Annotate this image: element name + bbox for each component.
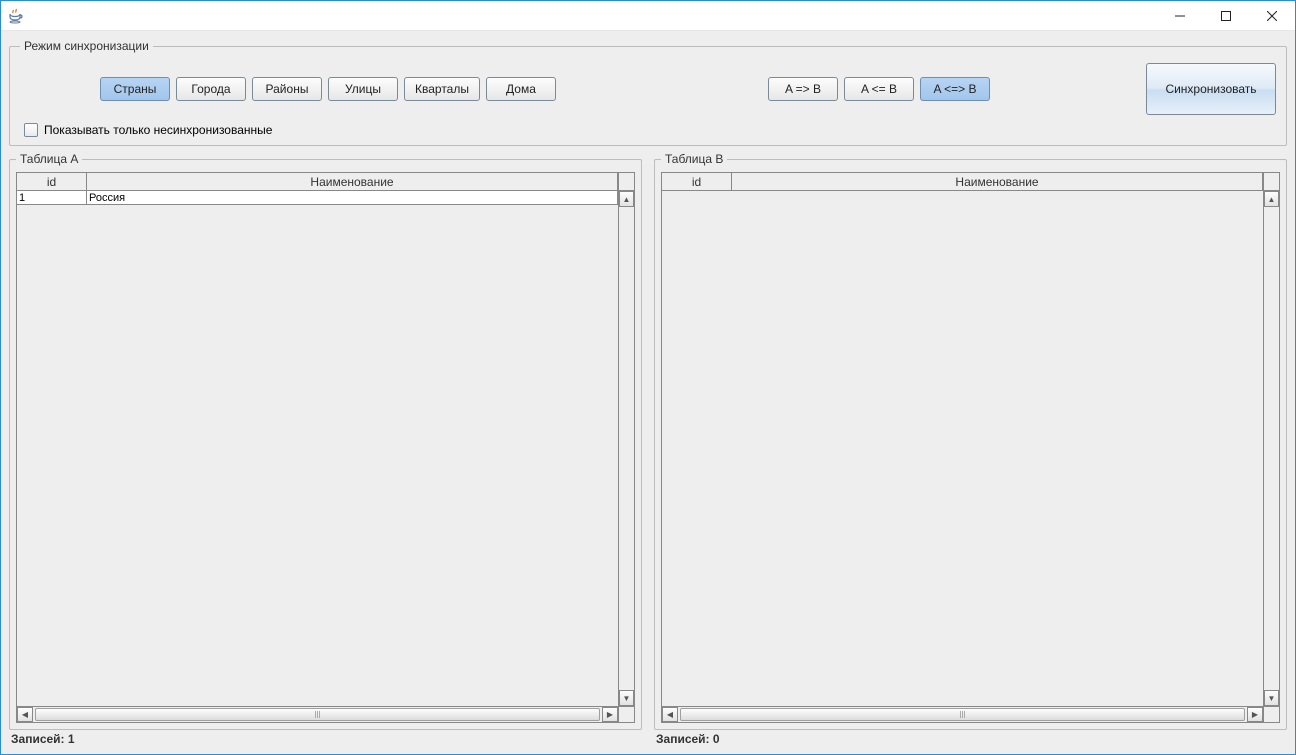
scroll-down-icon[interactable]: ▼ bbox=[1264, 690, 1279, 706]
table-b-hscroll[interactable]: ◀ ▶ bbox=[662, 706, 1279, 722]
close-button[interactable] bbox=[1249, 1, 1295, 31]
titlebar bbox=[1, 1, 1295, 31]
level-cities-button[interactable]: Города bbox=[176, 77, 246, 101]
table-b-vscroll[interactable]: ▲ ▼ bbox=[1263, 191, 1279, 706]
table-b-records: Записей: 0 bbox=[654, 730, 1287, 746]
scroll-up-icon[interactable]: ▲ bbox=[619, 191, 634, 207]
level-districts-button[interactable]: Районы bbox=[252, 77, 322, 101]
table-b-col-id[interactable]: id bbox=[662, 173, 732, 190]
scroll-track[interactable] bbox=[619, 207, 634, 690]
scroll-thumb[interactable] bbox=[35, 708, 600, 721]
table-a-vscroll[interactable]: ▲ ▼ bbox=[618, 191, 634, 706]
minimize-button[interactable] bbox=[1157, 1, 1203, 31]
level-toggle-group: Страны Города Районы Улицы Кварталы Дома bbox=[100, 77, 556, 101]
table-a-col-name[interactable]: Наименование bbox=[87, 173, 618, 190]
app-window: Режим синхронизации Страны Города Районы… bbox=[0, 0, 1296, 755]
table-b: id Наименование ▲ ▼ bbox=[661, 172, 1280, 723]
tables-row: Таблица A id Наименование 1 Россия bbox=[9, 152, 1287, 746]
scroll-up-icon[interactable]: ▲ bbox=[1264, 191, 1279, 207]
table-a-header-corner bbox=[618, 173, 634, 190]
show-unsynced-label: Показывать только несинхронизованные bbox=[44, 123, 272, 137]
direction-a-to-b-button[interactable]: A => B bbox=[768, 77, 838, 101]
sync-mode-row: Страны Города Районы Улицы Кварталы Дома… bbox=[20, 63, 1276, 115]
table-b-legend: Таблица B bbox=[661, 152, 727, 166]
level-streets-button[interactable]: Улицы bbox=[328, 77, 398, 101]
table-b-header: id Наименование bbox=[662, 173, 1279, 191]
table-a-group: Таблица A id Наименование 1 Россия bbox=[9, 152, 642, 730]
table-a-hscroll[interactable]: ◀ ▶ bbox=[17, 706, 634, 722]
scroll-left-icon[interactable]: ◀ bbox=[17, 707, 33, 722]
table-a-legend: Таблица A bbox=[16, 152, 82, 166]
scroll-right-icon[interactable]: ▶ bbox=[1247, 707, 1263, 722]
direction-b-to-a-button[interactable]: A <= B bbox=[844, 77, 914, 101]
direction-toggle-group: A => B A <= B A <=> B bbox=[768, 77, 990, 101]
maximize-button[interactable] bbox=[1203, 1, 1249, 31]
table-a: id Наименование 1 Россия bbox=[16, 172, 635, 723]
table-b-panel: Таблица B id Наименование ▲ bbox=[654, 152, 1287, 746]
show-unsynced-row: Показывать только несинхронизованные bbox=[24, 123, 1276, 137]
table-a-header: id Наименование bbox=[17, 173, 634, 191]
table-a-panel: Таблица A id Наименование 1 Россия bbox=[9, 152, 642, 746]
scroll-thumb[interactable] bbox=[680, 708, 1245, 721]
scroll-track[interactable] bbox=[33, 707, 602, 722]
direction-both-button[interactable]: A <=> B bbox=[920, 77, 990, 101]
sync-mode-legend: Режим синхронизации bbox=[20, 39, 153, 53]
table-a-rows[interactable]: 1 Россия bbox=[17, 191, 618, 706]
level-countries-button[interactable]: Страны bbox=[100, 77, 170, 101]
table-a-col-id[interactable]: id bbox=[17, 173, 87, 190]
scroll-down-icon[interactable]: ▼ bbox=[619, 690, 634, 706]
sync-mode-group: Режим синхронизации Страны Города Районы… bbox=[9, 39, 1287, 146]
table-b-rows[interactable] bbox=[662, 191, 1263, 706]
table-a-body: 1 Россия ▲ ▼ bbox=[17, 191, 634, 706]
scroll-right-icon[interactable]: ▶ bbox=[602, 707, 618, 722]
java-icon bbox=[7, 8, 23, 24]
level-quarters-button[interactable]: Кварталы bbox=[404, 77, 480, 101]
table-b-header-corner bbox=[1263, 173, 1279, 190]
table-b-col-name[interactable]: Наименование bbox=[732, 173, 1263, 190]
scroll-track[interactable] bbox=[678, 707, 1247, 722]
scroll-corner bbox=[1263, 707, 1279, 722]
table-a-records: Записей: 1 bbox=[9, 730, 642, 746]
scroll-corner bbox=[618, 707, 634, 722]
client-area: Режим синхронизации Страны Города Районы… bbox=[1, 31, 1295, 754]
scroll-track[interactable] bbox=[1264, 207, 1279, 690]
cell-id: 1 bbox=[17, 191, 87, 204]
table-b-group: Таблица B id Наименование ▲ bbox=[654, 152, 1287, 730]
show-unsynced-checkbox[interactable] bbox=[24, 123, 38, 137]
table-row[interactable]: 1 Россия bbox=[17, 191, 618, 205]
scroll-left-icon[interactable]: ◀ bbox=[662, 707, 678, 722]
sync-button[interactable]: Синхронизовать bbox=[1146, 63, 1276, 115]
cell-name: Россия bbox=[87, 191, 618, 204]
table-b-body: ▲ ▼ bbox=[662, 191, 1279, 706]
level-houses-button[interactable]: Дома bbox=[486, 77, 556, 101]
